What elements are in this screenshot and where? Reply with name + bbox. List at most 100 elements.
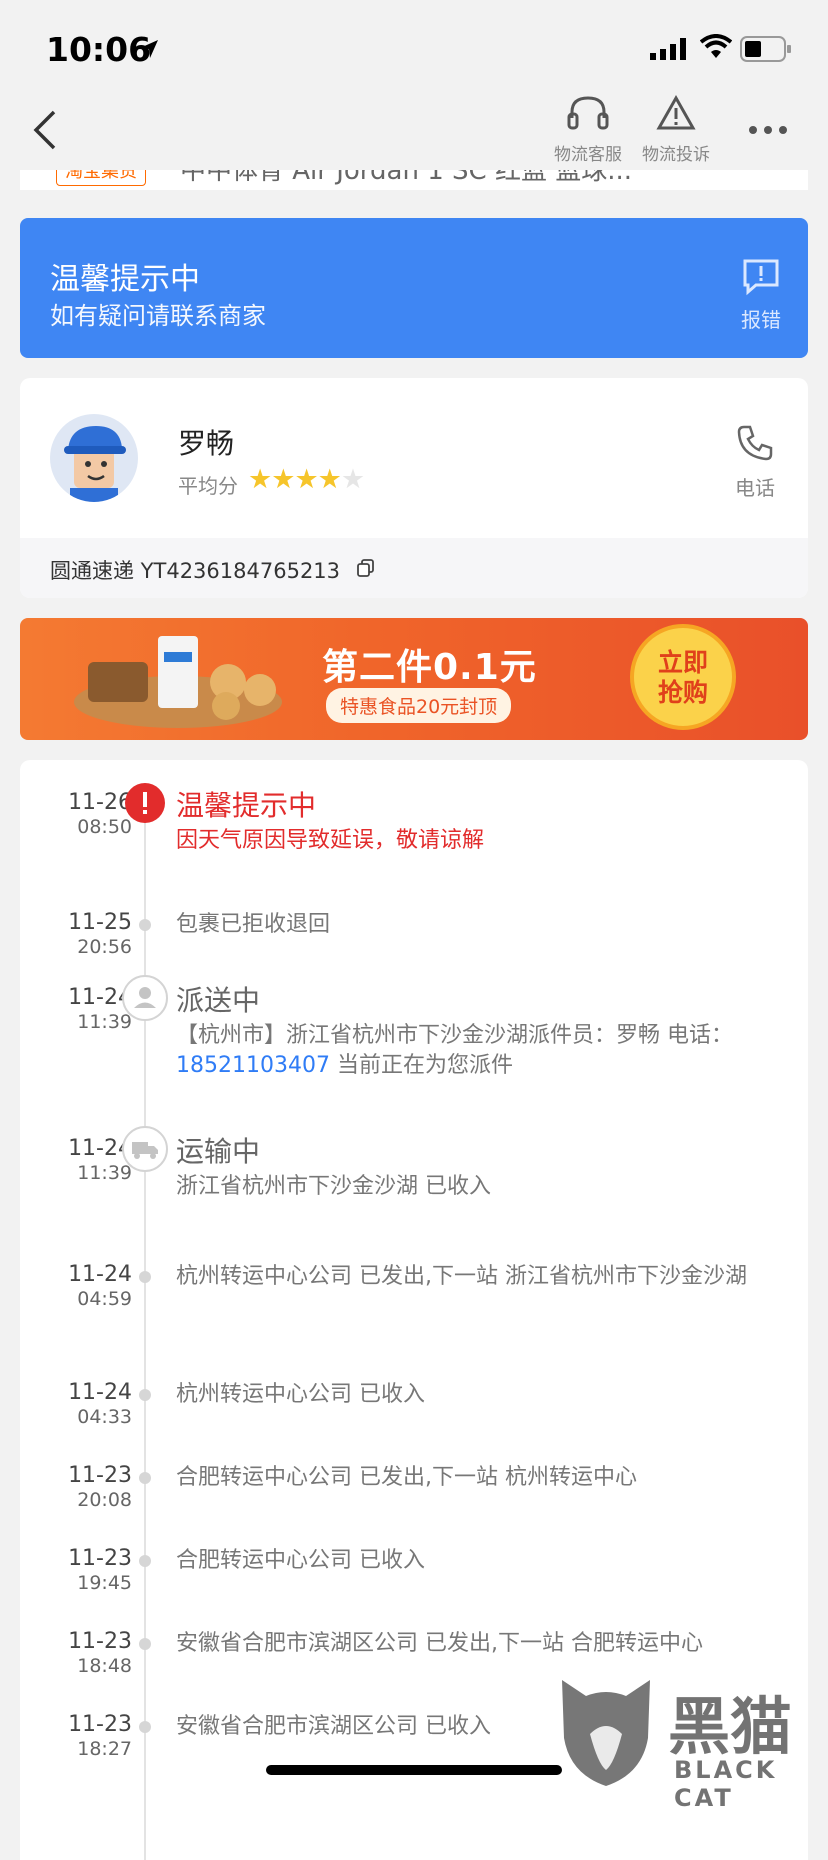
tracking-bar: 圆通速递 YT4236184765213: [20, 538, 808, 598]
alert-icon: [125, 783, 165, 823]
star-icon: ★: [294, 464, 318, 495]
timeline-date: 11-24: [68, 1136, 132, 1161]
timeline-date: 11-23: [68, 1463, 132, 1488]
copy-icon[interactable]: [356, 558, 376, 578]
more-button[interactable]: [748, 120, 788, 139]
home-indicator[interactable]: [266, 1765, 562, 1775]
back-button[interactable]: [30, 108, 70, 158]
timeline-desc: 浙江省杭州市下沙金沙湖 已收入: [176, 1174, 491, 1199]
timeline-desc-prefix: 【杭州市】浙江省杭州市下沙金沙湖派件员：罗畅 电话：: [176, 1023, 733, 1048]
food-products-image: [74, 636, 282, 728]
timeline-time: 04:59: [77, 1288, 132, 1310]
logistics-complaint-button[interactable]: 物流投诉: [636, 94, 716, 165]
warning-icon: [656, 94, 696, 130]
timeline-desc: 安徽省合肥市滨湖区公司 已发出,下一站 合肥转运中心: [176, 1631, 703, 1656]
cat-logo-icon: [562, 1680, 650, 1786]
truck-icon: [122, 1126, 168, 1172]
timeline-date: 11-23: [68, 1546, 132, 1571]
location-arrow-icon: [140, 40, 158, 58]
logistics-service-button[interactable]: 物流客服: [548, 94, 628, 165]
rating-label: 平均分: [178, 474, 238, 498]
timeline-dot: [139, 1472, 151, 1484]
star-icon: ★: [317, 464, 342, 495]
timeline-dot: [139, 1555, 151, 1567]
notice-title: 温馨提示中: [50, 262, 200, 297]
timeline-time: 20:56: [77, 936, 132, 958]
timeline-time: 04:33: [77, 1406, 132, 1428]
timeline-desc: 合肥转运中心公司 已发出,下一站 杭州转运中心: [176, 1465, 637, 1490]
timeline-line: [144, 790, 146, 1860]
timeline-dot: [139, 919, 151, 931]
timeline-desc: 【杭州市】浙江省杭州市下沙金沙湖派件员：罗畅 电话： 18521103407 当前…: [176, 1021, 786, 1081]
watermark-title: 黑猫: [668, 1690, 793, 1763]
report-error-button[interactable]: 报错: [726, 258, 796, 333]
timeline-time: 20:08: [77, 1489, 132, 1511]
banner-headline: 第二件0.1元: [322, 647, 537, 688]
headset-icon: [567, 96, 609, 130]
cellular-signal-icon: [650, 38, 686, 60]
timeline-title: 温馨提示中: [176, 789, 317, 822]
call-label: 电话: [735, 476, 775, 500]
wifi-icon: [700, 34, 732, 58]
product-title: 中中体育 Air Jordan 1 SC 红蓝 篮球...: [180, 170, 633, 186]
courier-phone-link[interactable]: 18521103407: [176, 1053, 330, 1078]
timeline-time: 11:39: [77, 1011, 132, 1033]
timeline-desc: 杭州转运中心公司 已发出,下一站 浙江省杭州市下沙金沙湖: [176, 1264, 747, 1289]
timeline-date: 11-26: [68, 790, 132, 815]
timeline-dot: [139, 1389, 151, 1401]
timeline-desc: 包裹已拒收退回: [176, 912, 331, 937]
banner-subline: 特惠食品20元封顶: [326, 688, 512, 723]
timeline-desc: 因天气原因导致延误，敬请谅解: [176, 828, 485, 853]
phone-icon: [737, 425, 773, 461]
rating-stars: ★★★★★: [248, 464, 365, 495]
timeline-time: 11:39: [77, 1162, 132, 1184]
courier-name: 罗畅: [178, 427, 235, 460]
nav-bar: 物流客服 物流投诉: [0, 90, 828, 176]
timeline-desc: 杭州转运中心公司 已收入: [176, 1382, 425, 1407]
logistics-service-label: 物流客服: [554, 145, 622, 165]
buy-now-line2: 抢购: [657, 678, 708, 707]
timeline-title: 派送中: [176, 984, 261, 1017]
star-empty-icon: ★: [340, 464, 365, 495]
timeline-date: 11-24: [68, 985, 132, 1010]
star-icon: ★: [248, 464, 272, 495]
buy-now-button[interactable]: 立即 抢购: [630, 624, 736, 730]
black-cat-watermark: 黑猫 BLACK CAT: [556, 1670, 828, 1812]
status-time: 10:06: [46, 30, 152, 69]
call-button[interactable]: 电话: [720, 424, 790, 501]
timeline-date: 11-24: [68, 1380, 132, 1405]
timeline-dot: [139, 1721, 151, 1733]
person-icon: [122, 975, 168, 1021]
timeline-date: 11-23: [68, 1712, 132, 1737]
timeline-date: 11-25: [68, 910, 132, 935]
notice-card: 温馨提示中 如有疑问请联系商家 报错: [20, 218, 808, 358]
timeline-time: 18:27: [77, 1738, 132, 1760]
report-label: 报错: [741, 308, 781, 332]
buy-now-line1: 立即: [657, 648, 708, 677]
timeline-time: 08:50: [77, 816, 132, 838]
report-message-icon: [743, 259, 779, 296]
courier-card: 罗畅 平均分 ★★★★★ 电话 圆通速递 YT4236184765213: [20, 378, 808, 598]
star-icon: ★: [271, 464, 295, 495]
logistics-complaint-label: 物流投诉: [642, 145, 710, 165]
timeline-date: 11-24: [68, 1262, 132, 1287]
promo-banner[interactable]: 第二件0.1元 特惠食品20元封顶 立即 抢购: [20, 618, 808, 740]
courier-avatar: [50, 414, 138, 502]
more-dots-icon: [749, 126, 787, 134]
timeline-desc: 合肥转运中心公司 已收入: [176, 1548, 425, 1573]
timeline-dot: [139, 1271, 151, 1283]
tracking-number: 圆通速递 YT4236184765213: [50, 559, 341, 583]
chevron-left-icon: [33, 110, 56, 150]
timeline-dot: [139, 1638, 151, 1650]
battery-icon: [740, 36, 791, 62]
timeline-title: 运输中: [176, 1135, 261, 1168]
timeline-desc-suffix: 当前正在为您派件: [329, 1053, 513, 1078]
timeline-time: 19:45: [77, 1572, 132, 1594]
status-bar: 10:06: [0, 0, 828, 100]
timeline-date: 11-23: [68, 1629, 132, 1654]
notice-subtitle: 如有疑问请联系商家: [50, 302, 266, 330]
watermark-subtitle: BLACK CAT: [674, 1756, 778, 1812]
product-badge: 淘宝集货: [56, 170, 146, 186]
timeline-time: 18:48: [77, 1655, 132, 1677]
product-card-peek: 淘宝集货 中中体育 Air Jordan 1 SC 红蓝 篮球...: [20, 170, 808, 190]
